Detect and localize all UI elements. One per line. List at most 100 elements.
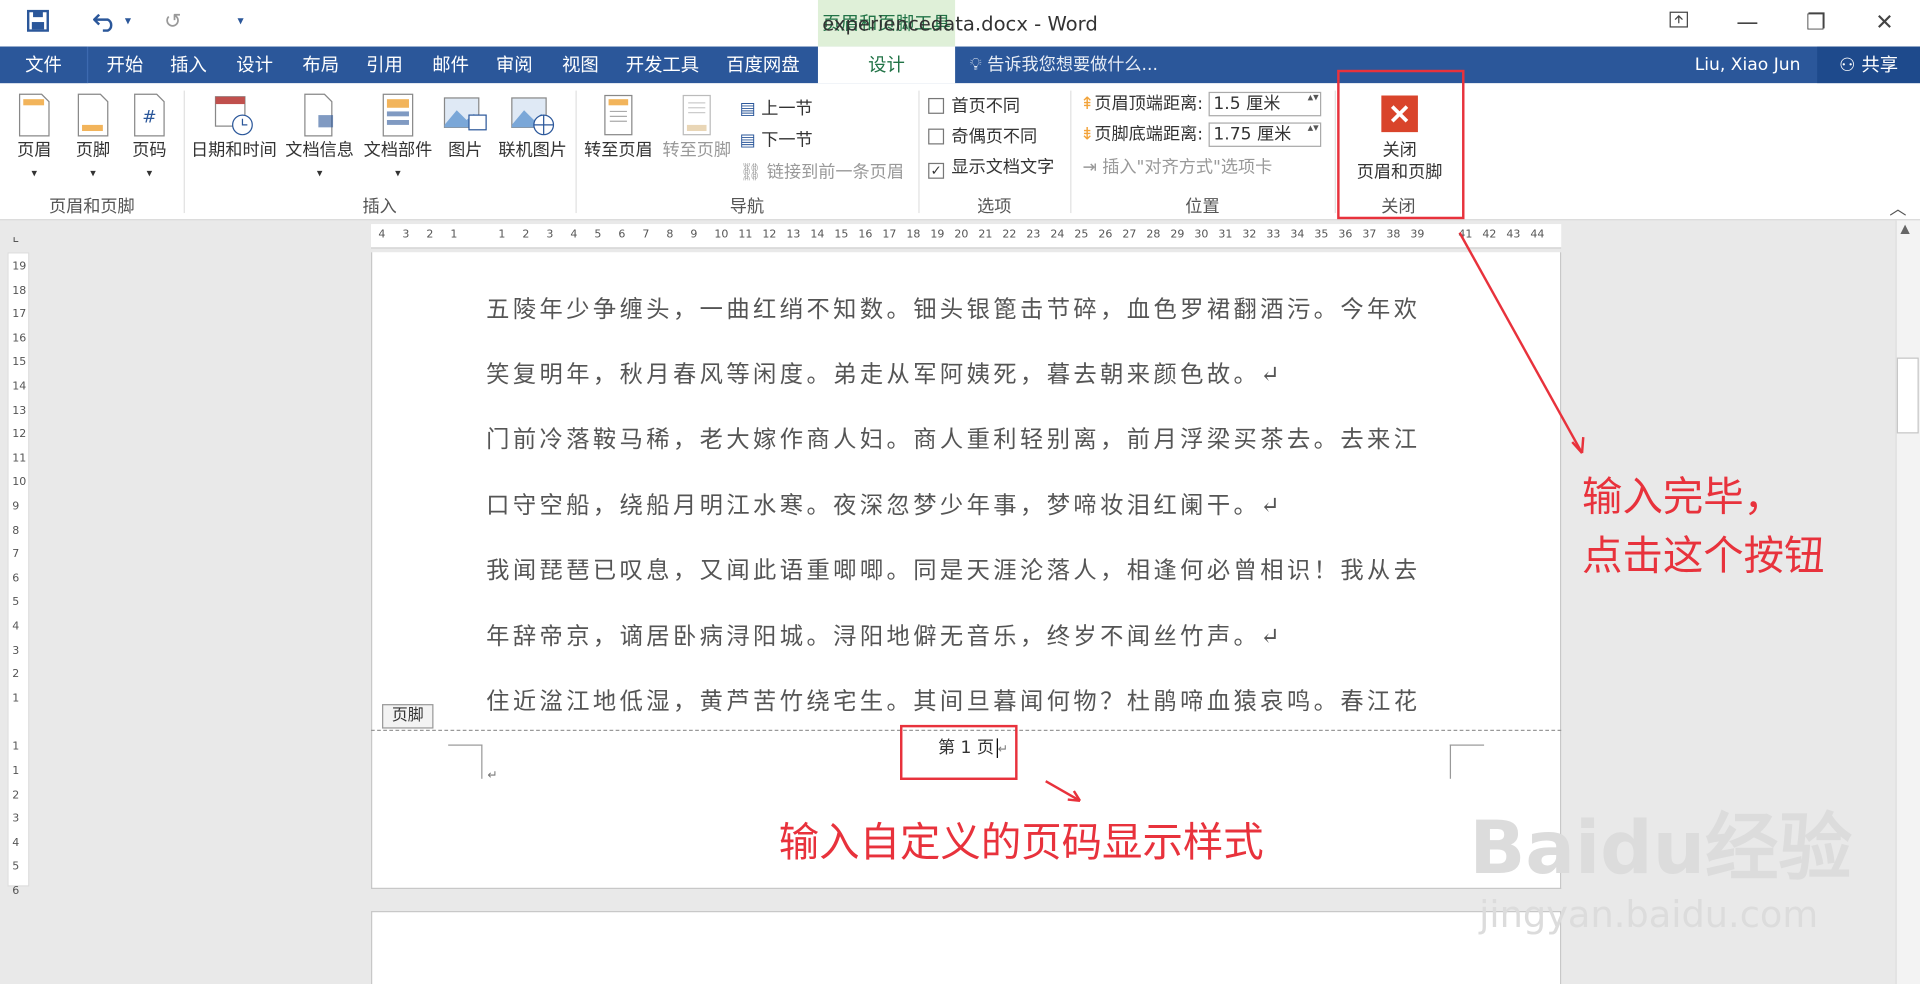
date-time-label: 日期和时间 [191,140,277,161]
link-icon: ⛓︎ [739,162,762,183]
ruler-tick-label: 13 [786,228,801,242]
ruler-tick-label: 38 [1386,228,1401,242]
tab-mailings[interactable]: 邮件 [424,47,478,84]
body-line-5[interactable]: 我闻琵琶已叹息，又闻此语重唧唧。同是天涯沦落人，相逢何必曾相识！我从去 [486,557,1453,584]
vertical-scrollbar[interactable] [1895,220,1920,984]
dropdown-icon: ▾ [31,167,38,181]
tab-file[interactable]: 文件 [0,46,89,84]
header-button[interactable]: 页眉 ▾ [7,93,61,181]
date-time-button[interactable]: 日期和时间 [189,93,280,162]
ruler-tick-label: 3 [12,813,20,826]
alignment-tab-icon: ⇥ [1082,157,1097,178]
ruler-tick-label: 18 [906,228,921,242]
previous-section-button[interactable]: ▤ 上一节 [740,96,813,120]
tab-review[interactable]: 审阅 [487,47,541,84]
user-name[interactable]: Liu, Xiao Jun [1695,47,1801,84]
vertical-ruler[interactable]: 19 18 17 16 15 14 13 12 11 10 9 8 7 6 5 4 3 2 1 1 1 2 3 4 5 6 [7,252,30,898]
lightbulb-icon: 💡︎ [969,55,982,75]
ruler-tick-label: 1 [12,765,20,778]
ribbon-display-options-icon[interactable] [1660,10,1697,36]
tab-header-footer-design[interactable]: 设计 [817,46,956,84]
body-line-1[interactable]: 五陵年少争缠头，一曲红绡不知数。钿头银篦击节碎，血色罗裙翻酒污。今年欢 [486,296,1453,323]
insert-alignment-tab-button[interactable]: ⇥ 插入"对齐方式"选项卡 [1082,154,1272,178]
footer-button[interactable]: 页脚 ▾ [66,93,120,181]
tab-insert[interactable]: 插入 [162,47,216,84]
ruler-tick-label: 2 [522,228,530,242]
ribbon-tab-bar [0,46,1920,84]
footer-from-bottom-input[interactable]: 1.75 厘米 [1208,122,1322,147]
body-line-6[interactable]: 年辞帝京，谪居卧病浔阳城。浔阳地僻无音乐，终岁不闻丝竹声。↵ [486,623,1453,650]
header-from-top-input[interactable]: 1.5 厘米 [1208,91,1322,117]
tab-view[interactable]: 视图 [553,47,607,84]
page-number-button[interactable]: # 页码 ▾ [122,93,176,181]
tab-design[interactable]: 设计 [228,47,282,84]
ruler-tick-label: 33 [1266,228,1281,242]
header-button-label: 页眉 [17,140,52,161]
body-line-3[interactable]: 门前冷落鞍马稀，老大嫁作商人妇。商人重利轻别离，前月浮梁买茶去。去来江 [486,426,1453,453]
collapse-ribbon-icon[interactable]: ︿ [1889,196,1906,220]
show-document-text-checkbox[interactable]: ✓ 显示文档文字 [928,154,1055,179]
scroll-up-icon[interactable]: ▲ [1900,223,1909,236]
ruler-tick-label: 4 [12,620,20,634]
person-icon: ⚇ [1839,53,1856,76]
ruler-tick-label: 6 [12,572,20,586]
ruler-tick-label: 30 [1194,228,1209,242]
baidu-watermark-logo: Baidu经验 [1469,805,1852,892]
footer-from-bottom-label: 页脚底端距离: [1094,124,1204,145]
horizontal-ruler[interactable]: 4 3 2 1 1 2 3 4 5 6 7 8 9 10 11 12 13 14 15 16 17 18 19 20 21 22 2… [371,224,1562,249]
footer-hint-arrow-icon [1045,780,1082,803]
ruler-tick-label: 1 [12,692,20,706]
restore-icon[interactable]: ❐ [1798,10,1835,36]
tell-me-search[interactable]: 💡︎ 告诉我您想要做什么... [970,47,1158,84]
margin-corner-mark [1449,744,1485,779]
go-to-header-button[interactable]: 转至页眉 [580,93,656,162]
page-number-icon: # [134,93,165,137]
tab-references[interactable]: 引用 [358,47,412,84]
ruler-tick-label: 8 [12,524,20,538]
share-button[interactable]: ⚇ 共享 [1817,46,1920,84]
ruler-tick-label: 18 [12,284,27,298]
minimize-icon[interactable]: — [1729,10,1766,36]
link-to-previous-label: 链接到前一条页眉 [766,162,904,183]
ruler-tick-label: 26 [1098,228,1113,242]
pictures-button[interactable]: 图片 [438,93,492,162]
ruler-tick-label: 39 [1410,228,1425,242]
ruler-tick-label: 36 [1338,228,1353,242]
body-line-7[interactable]: 住近湓江地低湿，黄芦苦竹绕宅生。其间旦暮闻何物？杜鹃啼血猿哀鸣。春江花 [486,688,1453,715]
tab-home[interactable]: 开始 [98,47,152,84]
group-separator [1334,90,1336,214]
ruler-tick-label: 25 [1074,228,1089,242]
ruler-tick-label: 21 [978,228,993,242]
body-line-4[interactable]: 口守空船，绕船月明江水寒。夜深忽梦少年事，梦啼妆泪红阑干。↵ [486,492,1453,519]
footer-button-label: 页脚 [75,140,111,161]
footer-icon [77,93,109,137]
tab-stop-selector-icon[interactable]: ⌞ [12,228,19,245]
group-label-insert: 插入 [362,197,397,217]
quick-parts-button[interactable]: 文档部件 ▾ [360,93,436,181]
different-odd-even-checkbox[interactable]: 奇偶页不同 [928,124,1037,148]
go-to-footer-button[interactable]: 转至页脚 [659,93,735,162]
header-from-top-label: 页眉顶端距离: [1094,94,1204,114]
body-line-2[interactable]: 笑复明年，秋月春风等闲度。弟走从军阿姨死，暮去朝来颜色故。↵ [486,361,1453,388]
tab-baidu-netdisk[interactable]: 百度网盘 [720,47,806,84]
header-icon [18,93,50,137]
group-label-position: 位置 [1185,197,1220,217]
document-page-next[interactable] [371,911,1562,984]
ruler-tick-label: 19 [12,260,27,274]
online-pictures-button[interactable]: 联机图片 [495,93,571,162]
checkbox-icon [928,97,945,114]
ruler-tick-label: 23 [1026,228,1041,242]
show-document-text-label: 显示文档文字 [951,157,1055,178]
dropdown-icon: ▾ [146,167,153,181]
close-button-highlight-box [1337,69,1465,220]
different-first-page-checkbox[interactable]: 首页不同 [928,93,1020,117]
link-to-previous-button[interactable]: ⛓︎ 链接到前一条页眉 [740,159,904,183]
close-window-icon[interactable]: ✕ [1866,10,1903,36]
next-section-button[interactable]: ▤ 下一节 [740,127,813,151]
tab-developer[interactable]: 开发工具 [620,47,706,84]
scrollbar-thumb[interactable] [1896,357,1919,434]
ruler-tick-label: 13 [12,404,27,418]
tab-layout[interactable]: 布局 [294,47,348,84]
group-label-navigation: 导航 [729,197,765,217]
document-info-button[interactable]: 文档信息 ▾ [282,93,358,181]
